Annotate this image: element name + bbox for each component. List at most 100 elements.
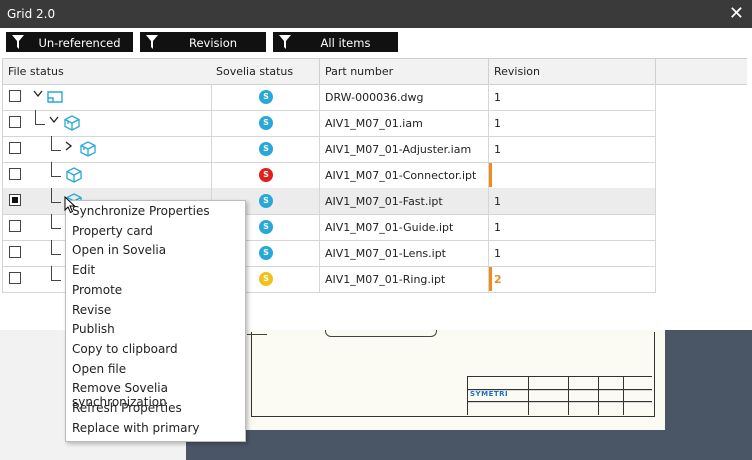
status-badge: S (259, 220, 273, 234)
context-menu-item-open-in-sovelia[interactable]: Open in Sovelia (72, 243, 166, 257)
revision-text: 1 (494, 247, 501, 260)
status-badge: S (259, 116, 273, 130)
context-menu-item-open-file[interactable]: Open file (72, 362, 126, 376)
row-checkbox[interactable] (9, 168, 21, 180)
cell-part-number: AIV1_M07_01-Adjuster.iam (320, 136, 489, 162)
cell-revision: 1 (489, 84, 656, 110)
tree-connector (51, 150, 61, 151)
revision-text: 1 (494, 195, 501, 208)
tree-connector (35, 124, 45, 125)
assembly-icon (79, 141, 97, 160)
table-row[interactable]: S AIV1_M07_01-Adjuster.iam 1 (2, 136, 656, 163)
cell-revision (489, 162, 656, 188)
status-badge: S (259, 168, 273, 182)
part-number-text: AIV1_M07_01-Ring.ipt (325, 273, 446, 286)
cell-part-number: AIV1_M07_01.iam (320, 110, 489, 136)
filter-all-items-button[interactable]: All items (273, 32, 398, 52)
part-number-text: AIV1_M07_01-Adjuster.iam (325, 143, 472, 156)
row-checkbox[interactable] (9, 116, 21, 128)
context-menu-item-revise[interactable]: Revise (72, 303, 111, 317)
cell-revision: 2 (489, 266, 656, 292)
part-number-text: DRW-000036.dwg (325, 91, 424, 104)
part-icon (65, 167, 83, 186)
filter-unreferenced-button[interactable]: Un-referenced (6, 32, 133, 52)
table-row[interactable]: S AIV1_M07_01.iam 1 (2, 110, 656, 137)
part-number-text: AIV1_M07_01-Fast.ipt (325, 195, 443, 208)
tree-connector (51, 254, 61, 255)
context-menu-item-publish[interactable]: Publish (72, 322, 115, 336)
cell-revision: 1 (489, 214, 656, 240)
row-checkbox[interactable] (9, 90, 21, 102)
part-number-text: AIV1_M07_01-Lens.ipt (325, 247, 446, 260)
part-number-text: AIV1_M07_01-Guide.ipt (325, 221, 454, 234)
tree-connector (51, 214, 52, 228)
drawing-icon (47, 89, 63, 106)
chevron-down-icon[interactable] (49, 116, 59, 127)
tree-connector (51, 136, 52, 150)
filter-icon (279, 35, 291, 49)
context-menu-item-promote[interactable]: Promote (72, 283, 122, 297)
filter-icon (146, 35, 158, 49)
part-number-text: AIV1_M07_01-Connector.ipt (325, 169, 477, 182)
cell-part-number: AIV1_M07_01-Ring.ipt (320, 266, 489, 292)
title-bar: Grid 2.0 ✕ (0, 0, 752, 28)
revision-text: 1 (494, 143, 501, 156)
drawing-preview: SYMETRI (244, 328, 665, 430)
tree-connector (35, 110, 36, 124)
column-header-filler (656, 58, 747, 85)
cell-revision: 1 (489, 110, 656, 136)
tree-connector (51, 188, 52, 202)
close-icon[interactable]: ✕ (729, 3, 744, 24)
context-menu-item-copy-to-clipboard[interactable]: Copy to clipboard (72, 342, 178, 356)
cell-sovelia-status: S (211, 136, 320, 162)
tree-connector (51, 176, 61, 177)
status-badge: S (259, 272, 273, 286)
chevron-right-icon[interactable] (65, 141, 73, 154)
row-checkbox[interactable] (9, 220, 21, 232)
mouse-cursor-icon (64, 196, 76, 214)
cell-part-number: DRW-000036.dwg (320, 84, 489, 110)
assembly-icon (63, 115, 81, 134)
part-number-text: AIV1_M07_01.iam (325, 117, 423, 130)
row-checkbox[interactable] (9, 272, 21, 284)
tree-connector (51, 240, 52, 254)
cell-part-number: AIV1_M07_01-Connector.ipt (320, 162, 489, 188)
status-badge: S (259, 142, 273, 156)
tree-connector (51, 228, 61, 229)
table-row[interactable]: S AIV1_M07_01-Connector.ipt (2, 162, 656, 189)
row-checkbox[interactable] (9, 194, 21, 206)
context-menu-item-replace-with-primary[interactable]: Replace with primary (72, 421, 200, 435)
column-header-sovelia-status[interactable]: Sovelia status (211, 58, 320, 85)
revision-warning-marker (489, 267, 492, 291)
chevron-down-icon[interactable] (33, 90, 43, 101)
column-header-revision[interactable]: Revision (489, 58, 656, 85)
tree-connector (51, 202, 61, 203)
status-badge: S (259, 246, 273, 260)
column-header-file-status[interactable]: File status (2, 58, 212, 85)
cell-part-number: AIV1_M07_01-Fast.ipt (320, 188, 489, 214)
drawing-title-block: SYMETRI (467, 376, 652, 415)
filter-revision-mismatch-button[interactable]: Revision mismatch (140, 32, 266, 64)
revision-warning-marker (489, 163, 492, 187)
cell-revision: 1 (489, 188, 656, 214)
filter-toolbar: Un-referenced Revision mismatch All item… (0, 28, 752, 64)
tree-connector (51, 280, 61, 281)
row-checkbox[interactable] (9, 246, 21, 258)
column-header-part-number[interactable]: Part number (320, 58, 489, 85)
context-menu-item-synchronize-properties[interactable]: Synchronize Properties (72, 204, 210, 218)
table-row[interactable]: S DRW-000036.dwg 1 (2, 84, 656, 111)
revision-text: 1 (494, 221, 501, 234)
window-title: Grid 2.0 (7, 7, 56, 21)
context-menu: Synchronize Properties Property card Open … (65, 200, 246, 442)
drawing-logo: SYMETRI (470, 390, 509, 398)
cell-file-status (2, 136, 212, 162)
cell-revision: 1 (489, 136, 656, 162)
context-menu-item-edit[interactable]: Edit (72, 263, 95, 277)
tree-connector (51, 162, 52, 176)
revision-text: 2 (494, 273, 502, 286)
row-checkbox[interactable] (9, 142, 21, 154)
status-badge: S (259, 194, 273, 208)
revision-text: 1 (494, 91, 501, 104)
context-menu-item-refresh-properties[interactable]: Refresh Properties (72, 401, 182, 415)
context-menu-item-property-card[interactable]: Property card (72, 224, 153, 238)
